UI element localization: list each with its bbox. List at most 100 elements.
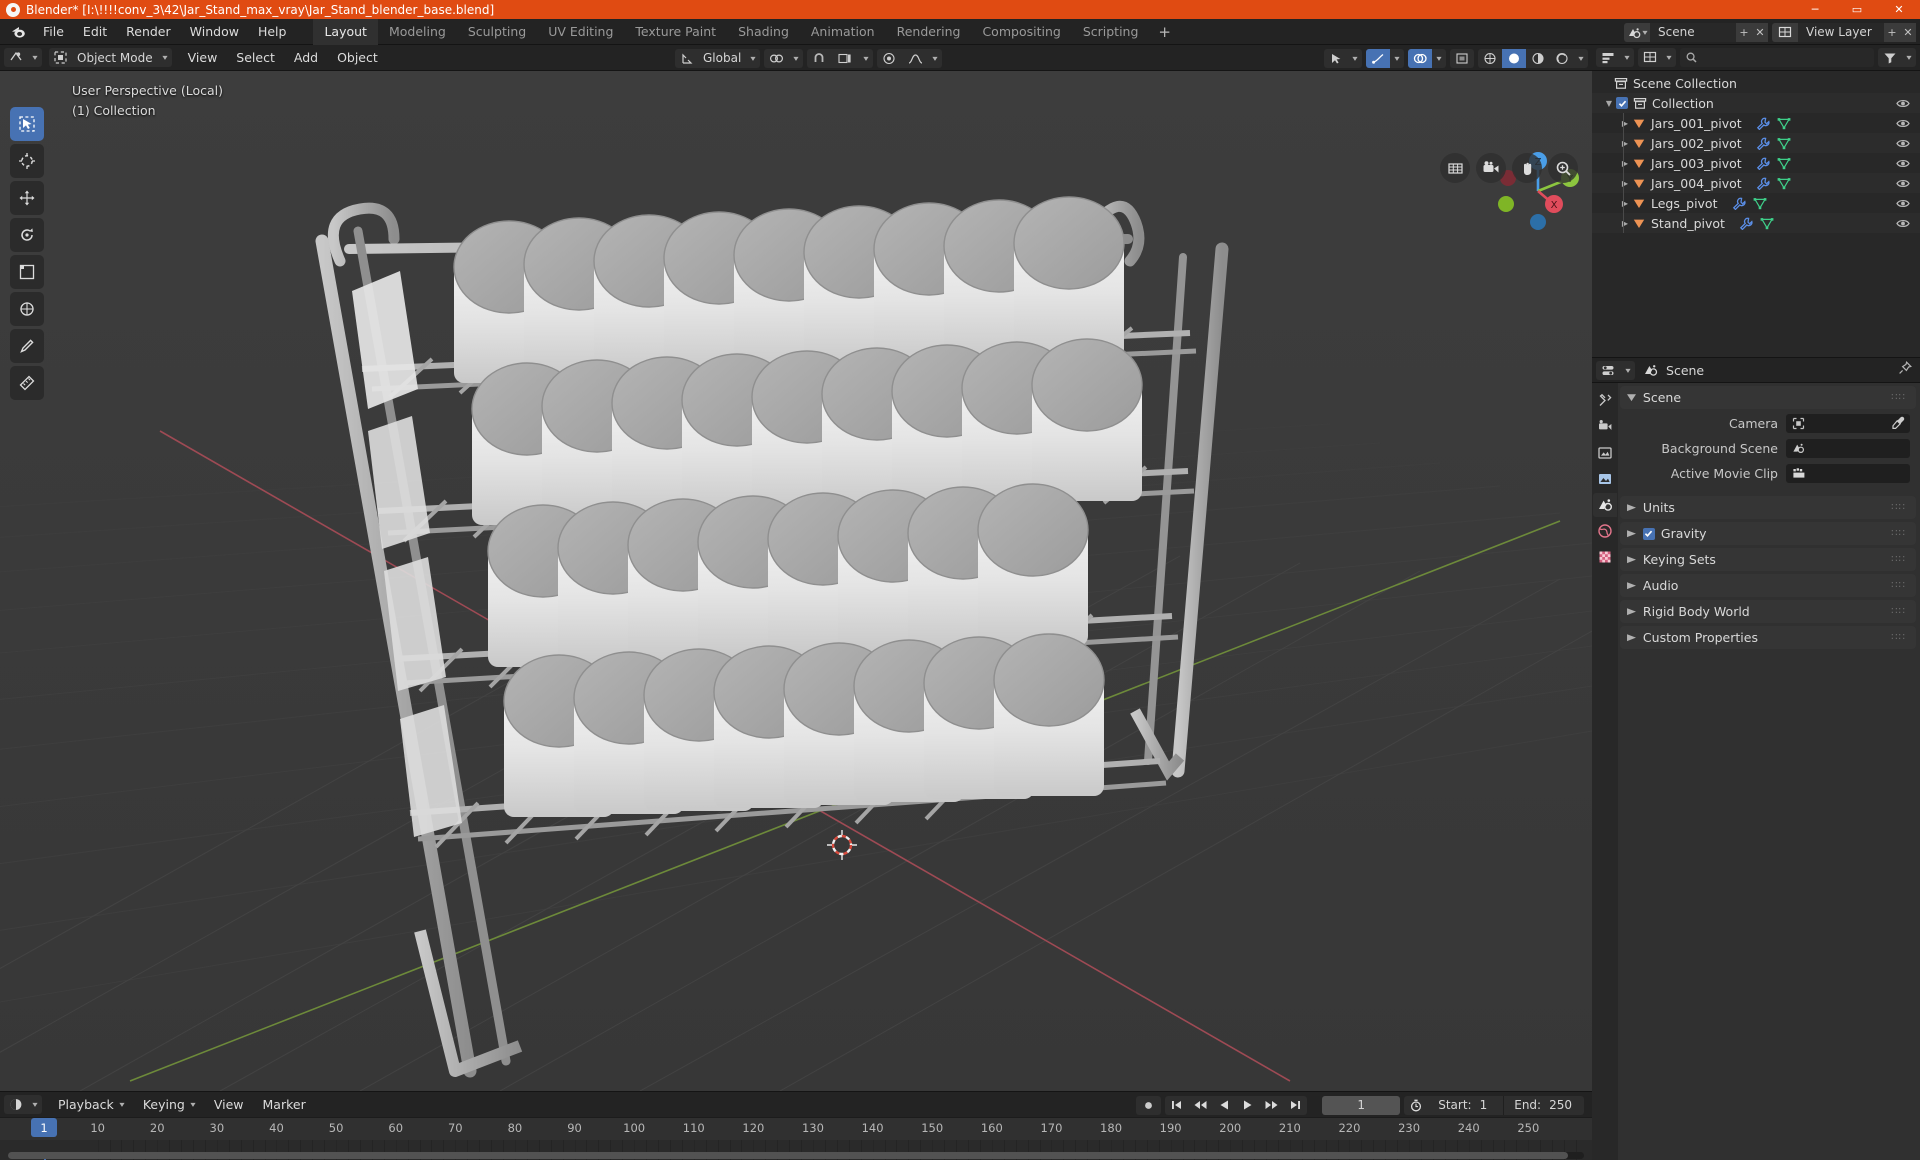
- workspace-tab-modeling[interactable]: Modeling: [378, 19, 457, 45]
- workspace-tab-rendering[interactable]: Rendering: [886, 19, 972, 45]
- panel-drag-handle[interactable]: ∷∷: [1891, 528, 1906, 539]
- properties-panel-header[interactable]: ▼ Scene ∷∷: [1620, 386, 1916, 409]
- timeline-menu-playback[interactable]: Playback ▾: [49, 1094, 133, 1115]
- timeline-menu-keying[interactable]: Keying ▾: [134, 1094, 204, 1115]
- modifier-wrench-icon[interactable]: [1756, 157, 1770, 170]
- scale-tool[interactable]: [10, 255, 44, 289]
- collection-enable-checkbox[interactable]: [1616, 97, 1628, 109]
- zoom-view-icon[interactable]: [1548, 153, 1578, 183]
- panel-drag-handle[interactable]: ∷∷: [1891, 580, 1906, 591]
- property-field-active-movie-clip[interactable]: [1786, 463, 1910, 483]
- timeline-editor-type[interactable]: ▾: [4, 1095, 43, 1114]
- modifier-wrench-icon[interactable]: [1732, 197, 1746, 210]
- playhead-frame-indicator[interactable]: 1: [31, 1118, 57, 1137]
- workspace-tab-layout[interactable]: Layout: [313, 18, 378, 45]
- editor-type-selector[interactable]: ▾: [4, 48, 43, 67]
- outliner-row[interactable]: ▼ Collection: [1592, 93, 1920, 113]
- proportional-editing-controls[interactable]: ▾: [877, 48, 943, 68]
- panel-disclosure-triangle[interactable]: ▶: [1627, 503, 1636, 513]
- workspace-tab-texture-paint[interactable]: Texture Paint: [624, 19, 727, 45]
- tab-tool[interactable]: [1593, 389, 1617, 413]
- outliner-disclosure-triangle[interactable]: ▼: [1602, 99, 1616, 108]
- mesh-data-icon[interactable]: [1777, 157, 1791, 170]
- properties-panel-header[interactable]: ▶ Keying Sets ∷∷: [1620, 548, 1916, 571]
- outliner-display-mode[interactable]: ▾: [1638, 48, 1677, 67]
- xray-toggle-group[interactable]: [1449, 48, 1474, 68]
- timeline-menu-view[interactable]: View: [205, 1094, 253, 1115]
- remove-view-layer-button[interactable]: ✕: [1900, 22, 1916, 42]
- menu-render[interactable]: Render: [117, 21, 180, 42]
- play-button[interactable]: [1236, 1096, 1259, 1115]
- outliner-row[interactable]: ▶ Stand_pivot: [1592, 213, 1920, 233]
- new-scene-button[interactable]: +: [1736, 22, 1752, 42]
- panel-disclosure-triangle[interactable]: ▶: [1627, 555, 1636, 565]
- panel-disclosure-triangle[interactable]: ▶: [1627, 529, 1636, 539]
- outliner-disclosure-triangle[interactable]: ▶: [1618, 199, 1632, 208]
- outliner-row[interactable]: ▶ Jars_001_pivot: [1592, 113, 1920, 133]
- visibility-eye-icon[interactable]: [1896, 153, 1910, 173]
- tab-world[interactable]: [1593, 519, 1617, 543]
- pin-icon[interactable]: [1898, 361, 1912, 379]
- modifier-wrench-icon[interactable]: [1739, 217, 1753, 230]
- interaction-mode-selector[interactable]: Object Mode ▾: [49, 48, 172, 67]
- workspace-tab-uv-editing[interactable]: UV Editing: [537, 19, 624, 45]
- modifier-wrench-icon[interactable]: [1756, 137, 1770, 150]
- mesh-data-icon[interactable]: [1777, 117, 1791, 130]
- timeline-ruler[interactable]: 10 20 30 40 50 60 70 80 90 100 110 120 130 140 150 160 1…: [0, 1117, 1592, 1140]
- panel-disclosure-triangle[interactable]: ▶: [1627, 581, 1636, 591]
- transform-tool[interactable]: [10, 292, 44, 326]
- tab-texture[interactable]: [1593, 545, 1617, 569]
- viewport-menu-add[interactable]: Add: [285, 47, 327, 68]
- workspace-tab-scripting[interactable]: Scripting: [1072, 19, 1150, 45]
- jump-prev-keyframe-button[interactable]: [1188, 1096, 1213, 1115]
- visibility-eye-icon[interactable]: [1896, 113, 1910, 133]
- modifier-wrench-icon[interactable]: [1756, 177, 1770, 190]
- timeline-track-area[interactable]: [0, 1140, 1592, 1160]
- properties-panel-header[interactable]: ▶ Audio ∷∷: [1620, 574, 1916, 597]
- annotate-tool[interactable]: [10, 329, 44, 363]
- minimize-button[interactable]: ─: [1794, 0, 1836, 19]
- record-keyframe-button[interactable]: [1136, 1095, 1162, 1115]
- select-box-tool[interactable]: [10, 107, 44, 141]
- properties-panel-header[interactable]: ▶ Gravity ∷∷: [1620, 522, 1916, 545]
- transform-orientation-selector[interactable]: Global ▾: [675, 48, 761, 68]
- wireframe-shading-icon[interactable]: [1478, 49, 1502, 68]
- panel-drag-handle[interactable]: ∷∷: [1891, 554, 1906, 565]
- eyedropper-icon[interactable]: [1891, 416, 1905, 434]
- panel-disclosure-triangle[interactable]: ▶: [1627, 607, 1636, 617]
- add-workspace-button[interactable]: +: [1149, 19, 1180, 45]
- workspace-tab-compositing[interactable]: Compositing: [971, 19, 1071, 45]
- blender-logo-icon[interactable]: [8, 22, 28, 42]
- panel-drag-handle[interactable]: ∷∷: [1891, 606, 1906, 617]
- mesh-data-icon[interactable]: [1777, 137, 1791, 150]
- material-preview-shading-icon[interactable]: [1526, 49, 1550, 68]
- play-reverse-button[interactable]: [1213, 1096, 1236, 1115]
- auto-key-icon[interactable]: [1404, 1096, 1428, 1115]
- properties-panel-header[interactable]: ▶ Custom Properties ∷∷: [1620, 626, 1916, 649]
- outliner-row[interactable]: ▶ Jars_004_pivot: [1592, 173, 1920, 193]
- panel-drag-handle[interactable]: ∷∷: [1891, 392, 1906, 403]
- outliner-disclosure-triangle[interactable]: ▶: [1618, 159, 1632, 168]
- jump-to-end-button[interactable]: [1284, 1096, 1307, 1115]
- rendered-shading-icon[interactable]: [1550, 49, 1574, 68]
- panel-enable-checkbox[interactable]: [1642, 527, 1655, 540]
- tab-view-layer[interactable]: [1593, 467, 1617, 491]
- viewport-menu-select[interactable]: Select: [227, 47, 284, 68]
- pan-view-icon[interactable]: [1512, 153, 1542, 183]
- panel-drag-handle[interactable]: ∷∷: [1891, 632, 1906, 643]
- outliner-search-input[interactable]: [1680, 48, 1874, 67]
- menu-help[interactable]: Help: [249, 21, 296, 42]
- visibility-eye-icon[interactable]: [1896, 193, 1910, 213]
- viewport-canvas[interactable]: [0, 71, 1592, 1091]
- outliner-filter-button[interactable]: ▾: [1877, 48, 1916, 67]
- mesh-data-icon[interactable]: [1777, 177, 1791, 190]
- viewport-menu-view[interactable]: View: [179, 47, 227, 68]
- outliner-row[interactable]: ▶ Legs_pivot: [1592, 193, 1920, 213]
- rotate-tool[interactable]: [10, 218, 44, 252]
- view-layer-selector[interactable]: View Layer + ✕: [1772, 22, 1916, 42]
- visibility-eye-icon[interactable]: [1896, 213, 1910, 233]
- tab-render[interactable]: [1593, 415, 1617, 439]
- playback-transport-controls[interactable]: [1165, 1095, 1308, 1115]
- gizmo-chevron-icon[interactable]: ▾: [1388, 49, 1404, 68]
- panel-disclosure-triangle[interactable]: ▶: [1627, 633, 1636, 643]
